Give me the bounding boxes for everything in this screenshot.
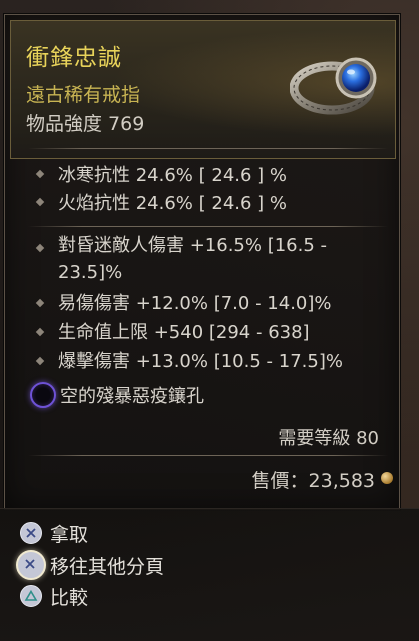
- cross-button-icon: [20, 522, 42, 544]
- gold-coin-icon: [381, 472, 393, 484]
- section-divider: [28, 226, 388, 227]
- affix-max-life: 生命值上限 +540 [294 - 638]: [58, 322, 310, 343]
- required-level: 需要等級 80: [278, 428, 379, 449]
- affix-vulnerable-damage: 易傷傷害 +12.0% [7.0 - 14.0]%: [58, 293, 332, 314]
- section-divider: [28, 148, 388, 149]
- affix-crit-damage: 爆擊傷害 +13.0% [10.5 - 17.5]%: [58, 351, 343, 372]
- fire-resistance-stat: 火焰抗性 24.6% [ 24.6 ] %: [58, 193, 288, 214]
- affix-stunned-damage: 對昏迷敵人傷害 +16.5% [16.5 - 23.5]%: [58, 235, 328, 283]
- cold-resistance-stat: 冰寒抗性 24.6% [ 24.6 ] %: [58, 165, 288, 186]
- socket-label: 空的殘暴惡疫鑲孔: [60, 386, 204, 407]
- empty-socket-icon: [30, 382, 56, 408]
- take-label: 拿取: [50, 524, 89, 546]
- sell-price: 售價：23,583: [251, 470, 375, 492]
- controller-prompts: 拿取 移往其他分頁 比較: [0, 508, 419, 641]
- move-tab-label: 移往其他分頁: [50, 556, 165, 578]
- sapphire-ring-icon: [290, 57, 377, 115]
- item-type: 遠古稀有戒指: [26, 84, 141, 106]
- compare-label: 比較: [50, 587, 89, 609]
- section-divider: [28, 455, 388, 456]
- item-power: 物品強度 769: [26, 113, 145, 135]
- item-name: 衝鋒忠誠: [26, 45, 122, 71]
- triangle-button-icon: [20, 585, 42, 607]
- cross-button-icon: [16, 550, 46, 580]
